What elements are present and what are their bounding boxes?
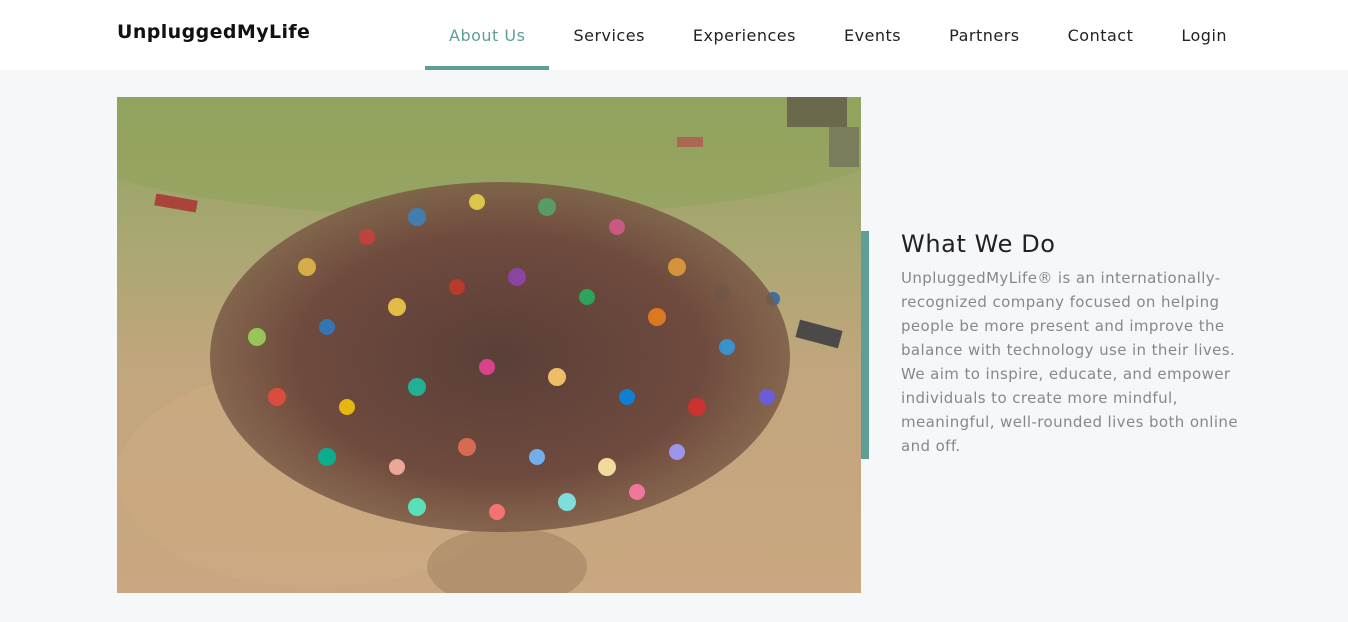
section-body: UnpluggedMyLife® is an internationally-r… — [901, 269, 1238, 455]
site-header: UnpluggedMyLife About Us Services Experi… — [0, 0, 1348, 70]
nav-item-login[interactable]: Login — [1157, 0, 1251, 70]
nav-item-contact[interactable]: Contact — [1044, 0, 1158, 70]
nav-item-services[interactable]: Services — [549, 0, 668, 70]
section-title: What We Do — [901, 230, 1056, 258]
nav-item-about-us[interactable]: About Us — [425, 0, 550, 70]
main-nav: About Us Services Experiences Events Par… — [425, 0, 1251, 70]
section-accent-bar — [861, 231, 869, 459]
group-photo-illustration — [117, 97, 861, 593]
group-photo — [117, 97, 861, 593]
nav-item-partners[interactable]: Partners — [925, 0, 1043, 70]
nav-item-experiences[interactable]: Experiences — [669, 0, 820, 70]
brand-logo-link[interactable]: UnpluggedMyLife — [117, 21, 310, 43]
nav-item-events[interactable]: Events — [820, 0, 925, 70]
